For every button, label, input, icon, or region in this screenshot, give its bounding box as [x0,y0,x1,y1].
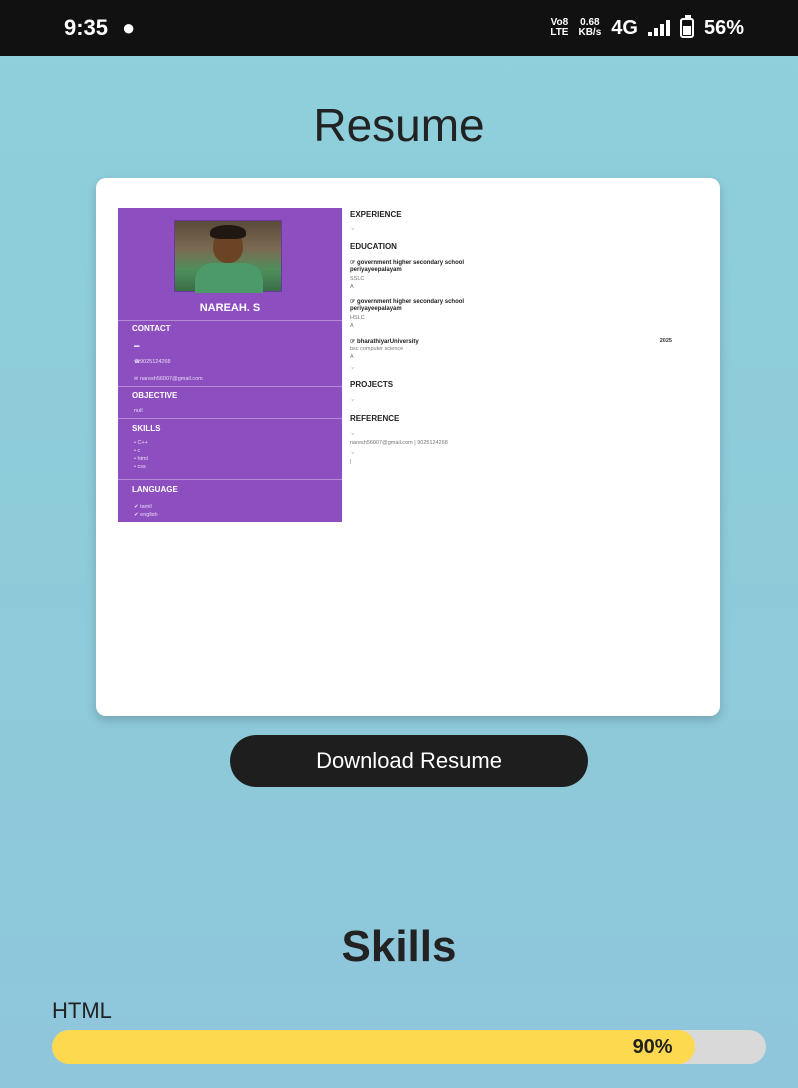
speed-bottom: KB/s [578,27,602,38]
language-heading: LANGUAGE [132,485,178,494]
skills-heading: SKILLS [132,424,161,433]
signal-icon [647,20,670,36]
network-label: Vo8 LTE [550,18,568,38]
contact-heading: CONTACT [132,324,171,333]
reference-heading: REFERENCE [350,414,400,423]
skill-value: css [137,464,146,470]
reference-extra: | [350,459,352,465]
pointer-icon: ☞ [350,451,355,457]
resume-main: EXPERIENCE ☞ EDUCATION ☞ government high… [350,208,690,468]
education-grade: A [350,323,354,329]
status-time: 9:35 [64,15,109,40]
education-school: ☞ bharathiyarUniversity [350,338,419,345]
education-heading: EDUCATION [350,242,397,251]
email-value: naresh56007@gmail.com [140,376,203,382]
skill-value: C++ [137,440,148,446]
education-location: periyayeepalayam [350,306,402,312]
resume-preview: NAREAH. S CONTACT ▬ ☎9025124268 ✉ naresh5… [96,178,720,716]
battery-icon [679,15,694,38]
education-degree: bsc computer science [350,346,404,352]
skill-value: c [137,448,141,454]
language-value: english [140,512,158,518]
language-item: ✔ tamil [134,504,152,510]
skill-item: • html [134,456,148,462]
skill-item: • C++ [134,440,148,446]
school-line1: government higher secondary school [357,299,465,305]
school-line1: bharathiyarUniversity [357,339,419,345]
experience-heading: EXPERIENCE [350,210,402,219]
reference-contact: naresh56007@gmail.com | 9025124268 [350,440,448,446]
education-school: ☞ government higher secondary school [350,298,464,305]
download-resume-button[interactable]: Download Resume [230,735,588,787]
pointer-icon: ☞ [350,366,355,372]
battery-percent: 56% [703,16,744,39]
skill-progress-fill: 90% [52,1030,695,1064]
network-type: 4G [611,16,638,39]
school-line1: government higher secondary school [357,260,465,266]
education-level: A [350,354,354,360]
skill-label-html: HTML [52,998,112,1023]
phone-value: 9025124268 [140,359,171,365]
network-speed: 0.68 KB/s [578,18,601,38]
education-level: SSLC [350,276,365,282]
pointer-icon: ☞ [350,260,358,266]
skill-value: html [137,456,148,462]
skill-progress-html: 90% [52,1030,766,1064]
language-item: ✔ english [134,512,158,518]
pointer-icon: ☞ [350,299,358,305]
objective-heading: OBJECTIVE [132,391,178,400]
resume-sidebar: NAREAH. S CONTACT ▬ ☎9025124268 ✉ naresh5… [118,208,342,522]
education-grade: A [350,284,354,290]
pointer-icon: ☞ [350,398,355,404]
pointer-icon: ☞ [350,227,355,233]
status-bar: 9:35 ● Vo8 LTE 0.68 KB/s 4G 56% [0,0,798,56]
objective-value: null [134,408,143,414]
app-icon: ● [122,15,136,40]
status-right: Vo8 LTE 0.68 KB/s 4G 56% [550,15,744,40]
education-level: HSLC [350,315,365,321]
contact-card-icon: ▬ [134,343,140,349]
phone-row: ☎9025124268 [134,359,171,365]
resume-name: NAREAH. S [199,302,261,314]
page-title: Resume [313,99,485,151]
education-school: ☞ government higher secondary school [350,259,464,266]
projects-heading: PROJECTS [350,380,394,389]
skills-title: Skills [341,922,457,971]
skill-item: • css [134,464,146,470]
network-bottom: LTE [550,27,569,38]
email-row: ✉ naresh56007@gmail.com [134,376,203,382]
education-year: 2025 [659,338,672,344]
pointer-icon: ☞ [350,339,358,345]
education-location: periyayeepalayam [350,267,402,273]
pointer-icon: ☞ [350,432,355,438]
profile-photo [174,220,282,293]
status-left: 9:35 ● [64,15,135,41]
language-value: tamil [140,504,152,510]
skill-item: • c [134,448,141,454]
